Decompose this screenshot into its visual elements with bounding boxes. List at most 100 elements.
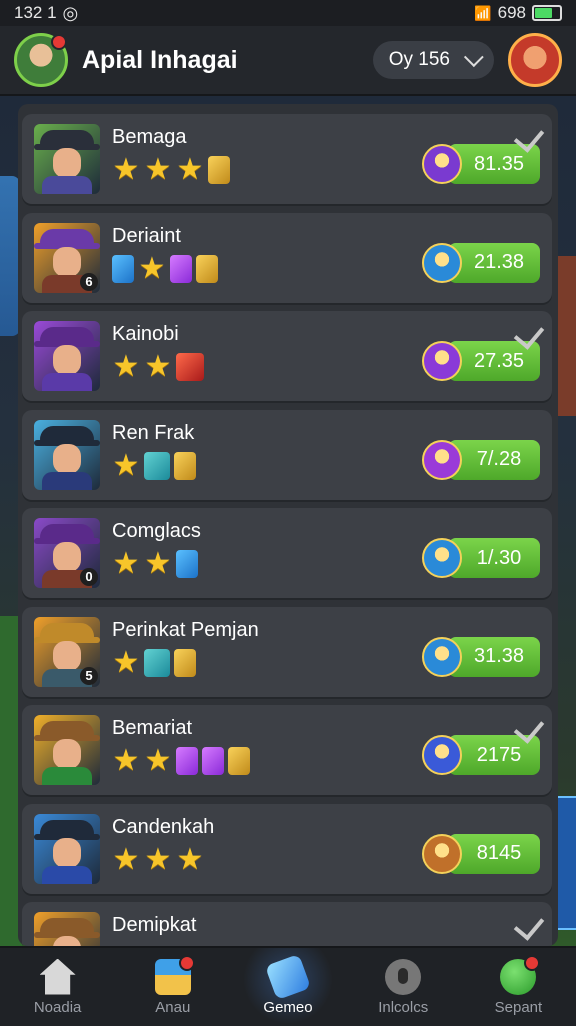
score-button[interactable]: 2175 <box>422 735 540 775</box>
profile-avatar[interactable] <box>508 33 562 87</box>
star-icon: ★ <box>144 547 172 580</box>
team-emblem-icon <box>422 538 462 578</box>
face <box>53 739 81 769</box>
face <box>53 837 81 868</box>
rating-tokens: ★ ★ <box>112 744 250 777</box>
teal-gem-icon <box>144 648 170 677</box>
rating-tokens: ★ ★ ★ <box>112 153 230 186</box>
nav-label: Gemeo <box>263 998 313 1016</box>
battery-icon <box>532 5 562 21</box>
star-icon: ★ <box>144 350 172 383</box>
face <box>53 345 81 375</box>
blue-gem-icon <box>176 550 198 578</box>
nav-label: Noadia <box>33 998 82 1016</box>
gold-gem-icon <box>174 451 196 480</box>
player-name: Ren Frak <box>112 421 195 444</box>
star-icon: ★ <box>112 350 140 383</box>
face <box>53 443 81 474</box>
nav-item-inlcolcs[interactable]: Inlcolcs <box>346 948 461 1026</box>
star-icon: ★ <box>138 251 166 285</box>
battery-level: 698 <box>497 3 526 22</box>
score-button[interactable]: 8145 <box>422 833 540 874</box>
checkmark-icon <box>513 909 545 941</box>
star-icon: ★ <box>176 153 204 186</box>
list-item[interactable]: Bemariat ★ ★ 2175 <box>22 705 552 795</box>
star-icon: ★ <box>112 842 140 876</box>
list-item[interactable]: Bemaga ★ ★ ★ 81.35 <box>22 114 552 204</box>
score-button[interactable]: 81.35 <box>422 144 540 184</box>
face <box>53 246 81 277</box>
battery-fill <box>535 8 552 18</box>
player-portrait <box>34 419 100 490</box>
filter-dropdown[interactable]: Oy 156 <box>372 41 494 79</box>
star-icon: ★ <box>112 547 140 580</box>
score-button[interactable]: 27.35 <box>422 341 540 381</box>
rating-tokens: ★ <box>112 647 196 677</box>
player-name: Kainobi <box>112 323 179 345</box>
bottom-nav: Noadia Anau Gemeo Inlcolcs Sepant <box>0 946 576 1026</box>
player-portrait <box>34 715 100 785</box>
nav-label: Sepant <box>494 998 543 1016</box>
nav-item-noadia[interactable]: Noadia <box>0 948 115 1026</box>
gold-gem-icon <box>196 254 218 283</box>
teal-gem-icon <box>144 451 170 480</box>
star-icon: ★ <box>112 744 140 777</box>
team-emblem-icon <box>422 735 462 775</box>
player-portrait <box>34 124 100 194</box>
nav-item-sepant[interactable]: Sepant <box>461 948 576 1026</box>
shirt <box>42 471 92 490</box>
notification-badge <box>178 954 195 971</box>
target-icon: ◎ <box>62 2 79 23</box>
blue-gem-icon <box>112 254 134 283</box>
gold-gem-icon <box>228 747 250 775</box>
level-badge: 0 <box>80 568 98 586</box>
score-button[interactable]: 1/.30 <box>422 538 540 578</box>
rating-tokens: ★ ★ <box>112 547 198 580</box>
gold-gem-icon <box>174 648 196 677</box>
player-portrait: 6 <box>34 222 100 293</box>
nav-label: Anau <box>155 998 191 1016</box>
score-button[interactable]: 7/.28 <box>422 439 540 480</box>
level-badge: 6 <box>80 272 98 291</box>
star-icon: ★ <box>112 153 140 186</box>
score-button[interactable]: 21.38 <box>422 242 540 283</box>
player-portrait <box>34 321 100 391</box>
ball-icon <box>500 954 541 995</box>
list-item[interactable]: 5 Perinkat Pemjan ★ 31.38 <box>22 606 552 697</box>
nav-item-anau[interactable]: Anau <box>115 948 230 1026</box>
list-item[interactable]: Ren Frak ★ 7/.28 <box>22 409 552 500</box>
rating-tokens: ★ <box>112 251 218 285</box>
avatar[interactable] <box>14 33 68 87</box>
face <box>53 640 81 671</box>
status-time: 132 1 <box>14 3 57 22</box>
team-emblem-icon <box>422 144 462 184</box>
list-item[interactable]: 6 Deriaint ★ 21.38 <box>22 212 552 303</box>
score-button[interactable]: 31.38 <box>422 636 540 677</box>
list-item[interactable]: 0 Comglacs ★ ★ 1/.30 <box>22 508 552 598</box>
star-icon: ★ <box>144 153 172 186</box>
purple-gem-icon <box>170 254 192 283</box>
list-item[interactable]: Demipkat <box>22 902 552 946</box>
status-bar: 132 1 ◎ 📶 698 <box>0 0 576 26</box>
page-title: Apial Inhagai <box>82 45 238 74</box>
nav-item-gemeo[interactable]: Gemeo <box>230 948 346 1026</box>
face <box>53 148 81 178</box>
player-portrait: 0 <box>34 518 100 588</box>
list-item[interactable]: Candenkah ★ ★ ★ 8145 <box>22 803 552 894</box>
gold-gem-icon <box>208 156 230 184</box>
star-icon: ★ <box>144 744 172 777</box>
wifi-icon: 📶 <box>474 4 492 21</box>
nav-label: Inlcolcs <box>378 998 429 1016</box>
star-icon: ★ <box>144 842 172 876</box>
star-icon: ★ <box>176 842 204 876</box>
player-portrait: 5 <box>34 616 100 687</box>
team-emblem-icon <box>422 341 462 381</box>
notification-badge <box>51 34 67 50</box>
face <box>53 542 81 572</box>
game-icon <box>264 953 312 1000</box>
chest-icon <box>154 954 195 995</box>
rating-tokens: ★ <box>112 450 196 480</box>
list-item[interactable]: Kainobi ★ ★ 27.35 <box>22 311 552 401</box>
player-name: Demipkat <box>112 914 197 936</box>
player-list: Bemaga ★ ★ ★ 81.35 6 Deriaint ★ 21.38 Kainobi ★ ★ 27… <box>18 104 558 946</box>
